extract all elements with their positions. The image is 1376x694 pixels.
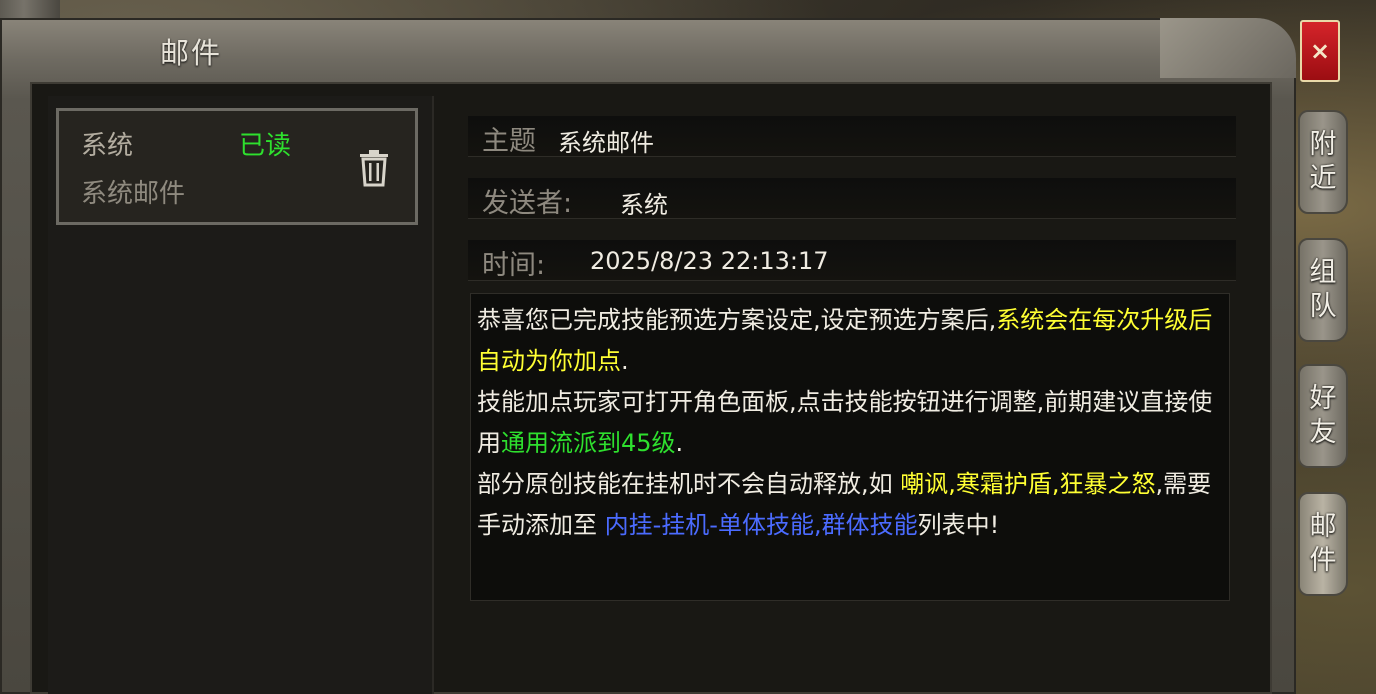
body-p3-path: 内挂-挂机-单体技能,群体技能 (604, 511, 918, 539)
mail-item-status: 已读 (239, 131, 292, 161)
mail-body-text: 恭喜您已完成技能预选方案设定,设定预选方案后,系统会在每次升级后自动为你加点. 技… (477, 300, 1221, 546)
subject-label: 主题 (482, 126, 536, 157)
sender-value: 系统 (620, 191, 668, 219)
time-value: 2025/8/23 22:13:17 (590, 247, 829, 275)
tab-team-label-1: 组 (1309, 257, 1337, 288)
body-p3-end: 列表中! (917, 511, 1000, 539)
tab-friends-label-2: 友 (1309, 417, 1337, 448)
body-p3-text: 部分原创技能在挂机时不会自动释放,如 (477, 470, 901, 498)
sender-label: 发送者: (482, 188, 573, 219)
body-p1-end: . (621, 347, 629, 375)
mail-list-item[interactable]: 系统 已读 系统邮件 (56, 108, 418, 225)
sender-row: 发送者: 系统 (468, 178, 1236, 219)
subject-row: 主题 系统邮件 (468, 116, 1236, 157)
trash-icon (360, 150, 388, 187)
tab-nearby-label-2: 近 (1309, 163, 1337, 194)
close-button[interactable]: × (1300, 20, 1340, 82)
body-p3-skills: 嘲讽,寒霜护盾,狂暴之怒 (900, 470, 1156, 498)
tab-mail-label-2: 件 (1309, 545, 1337, 576)
tab-friends[interactable]: 好 友 (1298, 364, 1348, 468)
tab-mail-label-1: 邮 (1309, 511, 1337, 542)
window-title: 邮件 (160, 36, 223, 70)
mail-body: 恭喜您已完成技能预选方案设定,设定预选方案后,系统会在每次升级后自动为你加点. 技… (470, 293, 1230, 601)
tab-team[interactable]: 组 队 (1298, 238, 1348, 342)
body-p2-highlight: 通用流派到45级 (501, 429, 676, 457)
delete-mail-button[interactable] (357, 149, 391, 187)
body-p1-text: 恭喜您已完成技能预选方案设定,设定预选方案后, (477, 306, 997, 334)
mail-item-sender: 系统 (81, 131, 134, 161)
frame-ornament-right (1160, 18, 1296, 78)
mail-item-subject: 系统邮件 (81, 179, 186, 209)
tab-friends-label-1: 好 (1309, 383, 1337, 414)
tab-nearby[interactable]: 附 近 (1298, 110, 1348, 214)
tab-mail[interactable]: 邮 件 (1298, 492, 1348, 596)
subject-value: 系统邮件 (558, 129, 654, 157)
body-p2-end: . (675, 429, 684, 457)
time-label: 时间: (482, 250, 546, 281)
tab-nearby-label-1: 附 (1309, 129, 1337, 160)
time-row: 时间: 2025/8/23 22:13:17 (468, 240, 1236, 281)
tab-team-label-2: 队 (1309, 291, 1337, 322)
